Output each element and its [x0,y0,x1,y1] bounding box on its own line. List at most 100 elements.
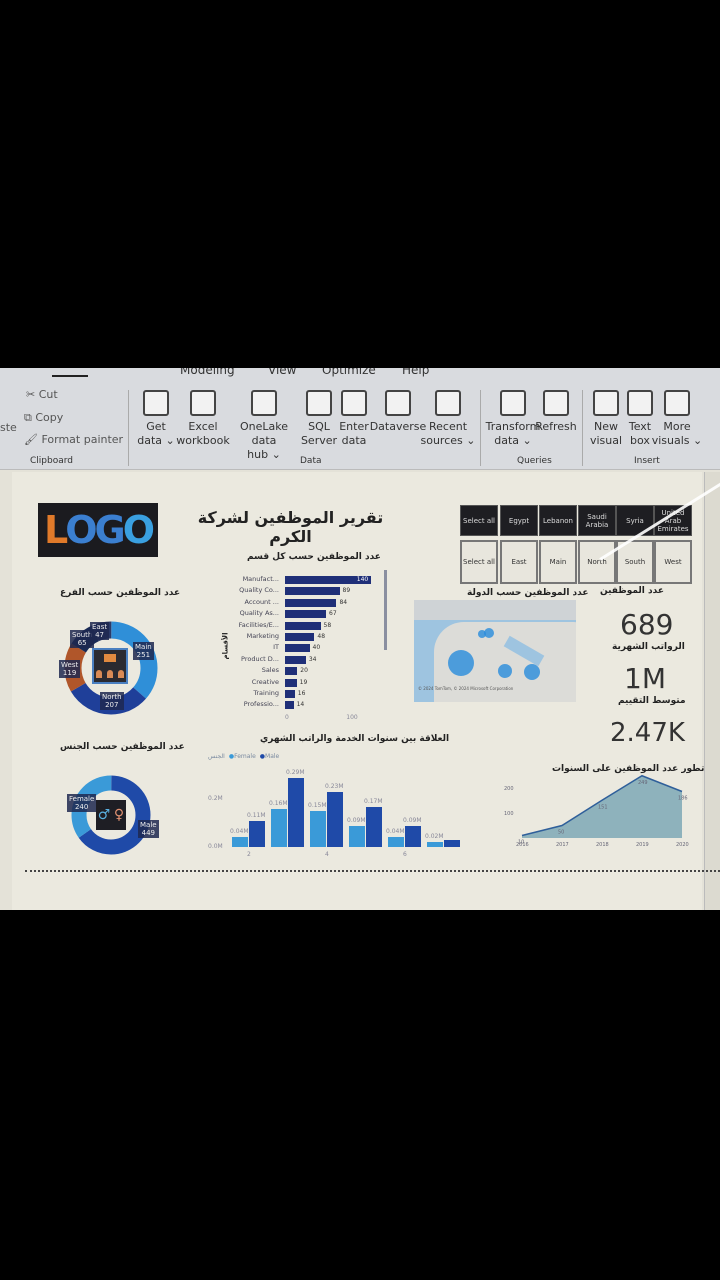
trend-area-chart: 2016 2017 2018 2019 20201050151249186100200 [504,774,689,848]
branch-slicer-option[interactable]: North [578,540,616,584]
paste-button[interactable]: ste [0,421,17,434]
salary-data-label: 0.29M [286,768,305,776]
dept-value-label: 40 [312,644,321,652]
trend-y-tick: 200 [504,786,514,792]
slice-value: 449 [141,829,155,837]
salary-bar-male[interactable] [327,792,343,847]
logo: L OG O [38,503,158,557]
scissors-icon: ✂ [26,388,39,401]
dept-bar[interactable] [285,587,340,596]
dept-value-label: 19 [299,678,308,686]
dept-bar[interactable] [285,633,315,641]
country-slicer-option[interactable]: Egypt [500,505,538,536]
button-label-line2: data ⌄ [494,434,532,447]
slice-name: Female [69,795,95,803]
dept-bar[interactable] [285,701,294,710]
trend-data-label: 10 [518,840,524,846]
format-painter-button[interactable]: 🖌 Format painter [24,433,123,446]
dept-value-label: 14 [296,701,305,709]
salary-bar-male[interactable] [288,777,304,847]
country-slicer-option[interactable]: Saudi Arabia [578,505,616,536]
branch-slicer-option[interactable]: West [654,540,692,584]
country-map[interactable]: © 2024 TomTom, © 2024 Microsoft Corporat… [414,600,576,702]
branch-slicer-option[interactable]: Main [539,540,577,584]
salary-bar-male[interactable] [249,820,265,847]
more-visuals-button[interactable]: More visuals ⌄ [642,390,712,448]
copy-button[interactable]: ⧉ Copy [24,411,63,425]
clipboard-group-label: Clipboard [30,456,73,466]
dept-scrollbar[interactable] [384,570,387,650]
dotted-divider [25,870,720,872]
trend-x-tick: 2018 [596,842,609,848]
dept-category-label: Product D... [241,654,279,663]
salary-bar-male[interactable] [366,806,382,847]
trend-x-tick: 2017 [556,842,569,848]
onelake-icon [251,390,277,416]
country-slicer-option[interactable]: Lebanon [539,505,577,536]
tab-view[interactable]: View [268,368,296,377]
trend-y-tick: 100 [504,811,514,817]
tab-modeling[interactable]: Modeling [180,368,235,377]
salary-bar-female[interactable] [271,808,287,847]
dept-chart-title: عدد الموظفين حسب كل قسم [247,552,381,562]
legend-female[interactable]: ●Female [229,753,256,760]
dept-bar[interactable] [285,598,337,607]
salary-y-tick: 0.2M [208,795,223,803]
dept-x-tick: 0 [285,714,289,721]
dept-bar[interactable] [285,644,310,653]
salary-data-label: 0.17M [364,797,383,805]
donut-data-label: North 207 [100,692,124,710]
dept-bar[interactable] [285,667,298,676]
button-label-line2: hub ⌄ [247,448,281,461]
salary-bar-female[interactable] [427,842,443,847]
dataverse-icon [385,390,411,416]
slice-name: Male [140,821,157,829]
dept-bar[interactable] [285,610,327,619]
salary-bar-female[interactable] [349,825,365,847]
dept-bar[interactable] [285,655,306,664]
salary-bar-female[interactable] [232,837,248,847]
tab-optimize[interactable]: Optimize [322,368,376,377]
slice-value: 207 [105,701,119,709]
cut-button[interactable]: ✂ Cut [26,388,58,401]
legend-male[interactable]: ●Male [260,753,279,760]
photographed-screen: Modeling View Optimize Help ste ✂ Cut ⧉ … [0,368,720,910]
branch-slicer-option[interactable]: Select all [460,540,498,584]
trend-data-label: 186 [678,796,688,802]
salary-bar-female[interactable] [310,811,326,847]
salary-data-label: 0.23M [325,783,344,791]
slice-value: 65 [77,639,87,647]
dept-value-label: 58 [323,621,332,629]
dept-value-label: 20 [300,667,308,675]
right-pane-edge [704,472,720,910]
insert-group-label: Insert [634,456,660,466]
office-people-icon [92,648,128,684]
gender-chart-title: عدد الموظفين حسب الجنس [60,742,185,752]
dept-value-label: 67 [329,610,337,618]
kpi-label: متوسط التقييم [618,696,686,706]
dept-bar[interactable] [285,621,321,630]
excel-button[interactable]: Excel workbook [168,390,238,448]
dept-value-label: 140 [356,576,369,583]
country-slicer-option[interactable]: Select all [460,505,498,536]
tab-help[interactable]: Help [402,368,429,377]
dept-category-label: Quality As... [239,609,279,618]
dept-bar[interactable] [285,690,295,698]
report-title: تقرير الموظفين لشركة الكرم [197,508,384,546]
recent-sources-button[interactable]: Recent sources ⌄ [413,390,483,448]
dept-value-label: 34 [308,655,317,663]
dept-bar[interactable] [285,678,297,687]
dept-category-label: Manufact... [242,575,279,583]
salary-data-label: 0.15M [308,802,327,810]
salary-data-label: 0.16M [269,799,288,807]
salary-bar-male[interactable] [444,839,460,847]
salary-x-tick: 6 [403,851,407,858]
slice-value: 119 [62,669,77,677]
branch-chart-title: عدد الموظفين حسب الفرع [60,588,181,598]
salary-bar-female[interactable] [388,837,404,847]
branch-slicer-option[interactable]: East [500,540,538,584]
salary-bar-male[interactable] [405,825,421,847]
country-slicer-option[interactable]: Syria [616,505,654,536]
kpi-monthly-salaries: 1M [624,662,666,695]
button-label-line2: visuals ⌄ [651,434,703,447]
